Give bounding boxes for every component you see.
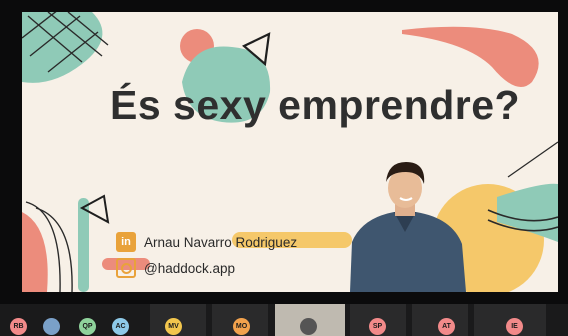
avatar-photo[interactable] (43, 318, 60, 335)
instagram-contact: @haddock.app (116, 258, 235, 278)
avatar-initials: MV (168, 323, 179, 330)
speaker-photo (350, 162, 466, 292)
avatar[interactable]: MV (165, 318, 182, 335)
avatar-initials: AT (442, 323, 451, 330)
shared-slide: És sexy emprendre? in Arnau Navarro Rodr… (22, 12, 558, 292)
avatar[interactable]: QP (79, 318, 96, 335)
avatar-initials: MO (235, 323, 248, 330)
avatar[interactable]: SP (369, 318, 386, 335)
avatar[interactable]: IE (506, 318, 523, 335)
instagram-handle: @haddock.app (144, 260, 236, 276)
speaker-name: Arnau Navarro Rodriguez (144, 234, 298, 250)
linkedin-icon: in (116, 232, 136, 252)
avatar-initials: RB (13, 323, 24, 330)
avatar[interactable]: AC (112, 318, 129, 335)
avatar[interactable]: RB (10, 318, 27, 335)
instagram-icon (116, 258, 136, 278)
slide-title: És sexy emprendre? (110, 82, 521, 128)
linkedin-contact: in Arnau Navarro Rodriguez (116, 232, 297, 252)
video-avatar[interactable] (300, 318, 317, 335)
avatar-initials: IE (511, 323, 518, 330)
avatar[interactable]: AT (438, 318, 455, 335)
avatar-initials: AC (115, 323, 126, 330)
avatar-initials: QP (82, 323, 93, 330)
avatar[interactable]: MO (233, 318, 250, 335)
avatar-initials: SP (372, 323, 383, 330)
